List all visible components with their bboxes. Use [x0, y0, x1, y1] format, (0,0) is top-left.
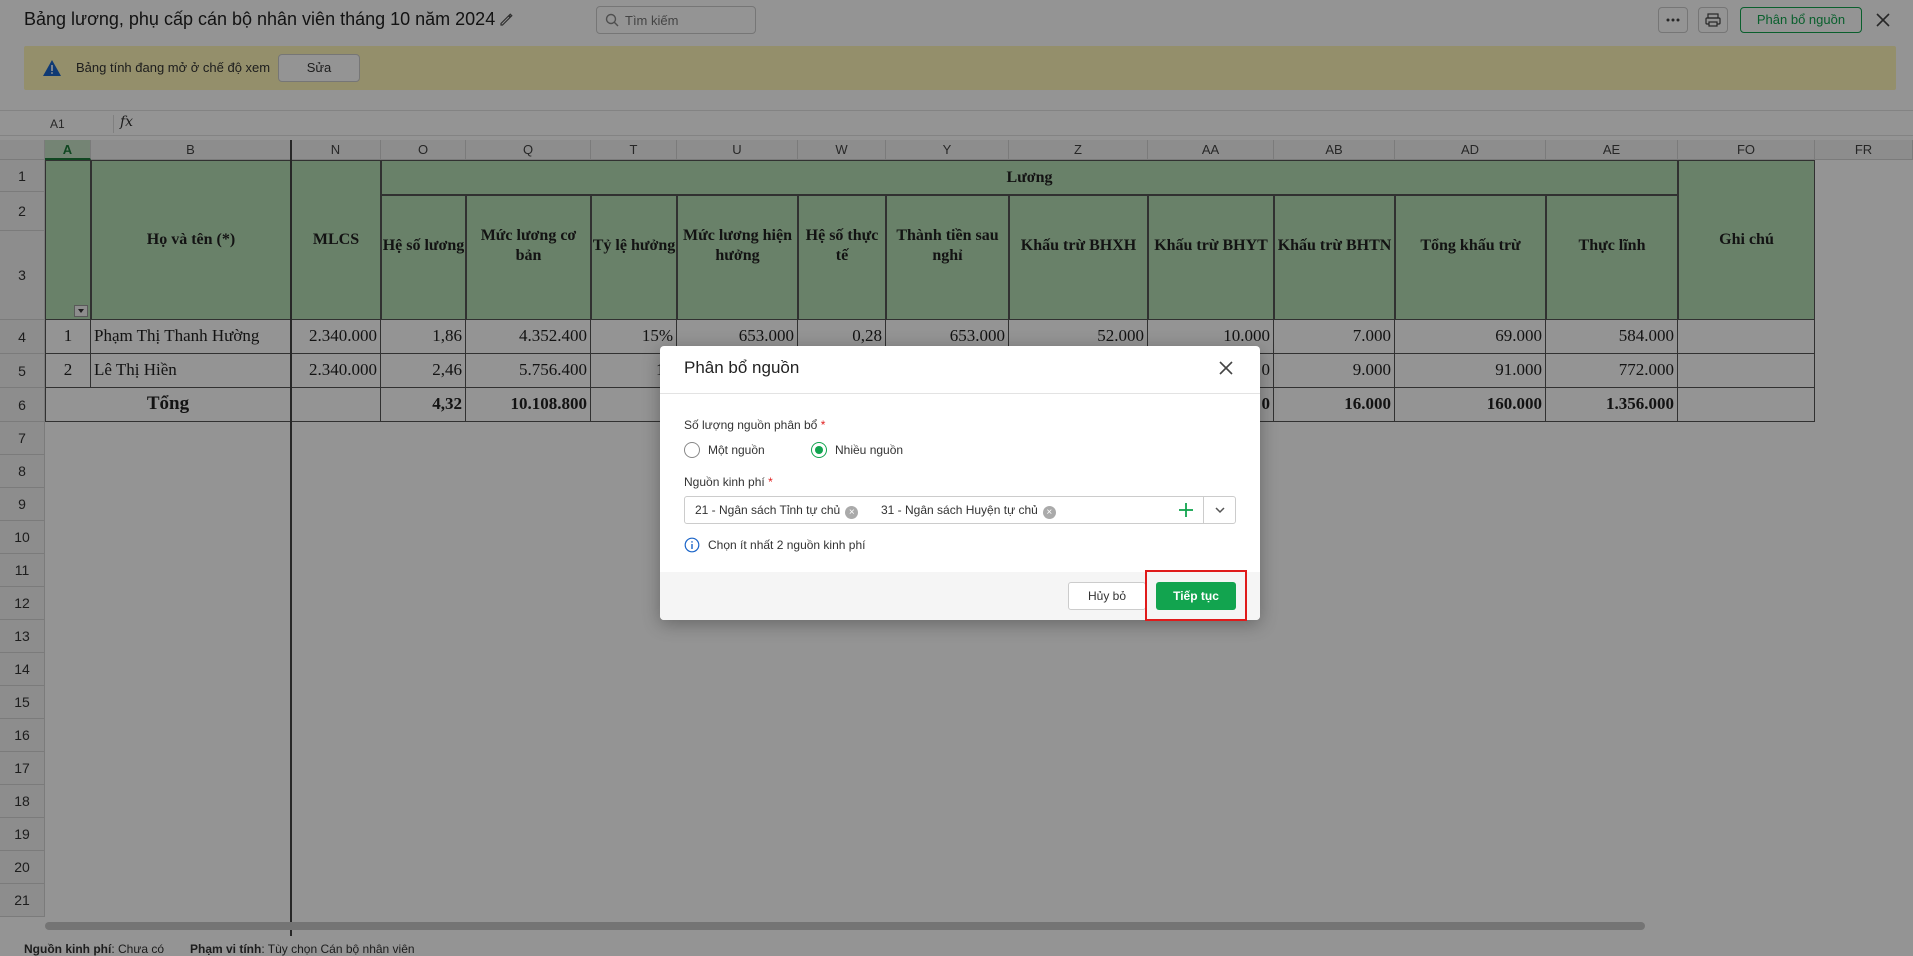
radio-one-source[interactable]: Một nguồn — [684, 442, 765, 458]
dialog-title: Phân bổ nguồn — [684, 358, 800, 377]
info-icon — [684, 537, 700, 553]
radio-circle[interactable] — [684, 442, 700, 458]
chevron-down-icon[interactable] — [1213, 503, 1227, 517]
fund-tag: 21 - Ngân sách Tỉnh tự chủ × — [695, 501, 859, 519]
select-divider — [1203, 497, 1204, 523]
remove-tag-icon[interactable]: × — [1042, 506, 1056, 519]
fund-source-multiselect[interactable]: 21 - Ngân sách Tỉnh tự chủ × 31 - Ngân sá… — [684, 496, 1236, 524]
radio-many-sources[interactable]: Nhiều nguồn — [811, 442, 903, 458]
close-icon[interactable] — [1214, 356, 1238, 380]
hint-row: Chọn ít nhất 2 nguồn kinh phí — [684, 537, 865, 553]
cancel-button[interactable]: Hủy bỏ — [1068, 582, 1146, 610]
radio-circle[interactable] — [811, 442, 827, 458]
fund-tag: 31 - Ngân sách Huyện tự chủ × — [881, 501, 1056, 519]
continue-button-highlight — [1145, 570, 1247, 621]
plus-icon[interactable] — [1175, 500, 1197, 520]
source-count-label: Số lượng nguồn phân bổ * — [684, 418, 826, 432]
remove-tag-icon[interactable]: × — [845, 506, 859, 519]
fund-source-label: Nguồn kinh phí * — [684, 475, 773, 489]
dialog-divider — [660, 393, 1260, 394]
